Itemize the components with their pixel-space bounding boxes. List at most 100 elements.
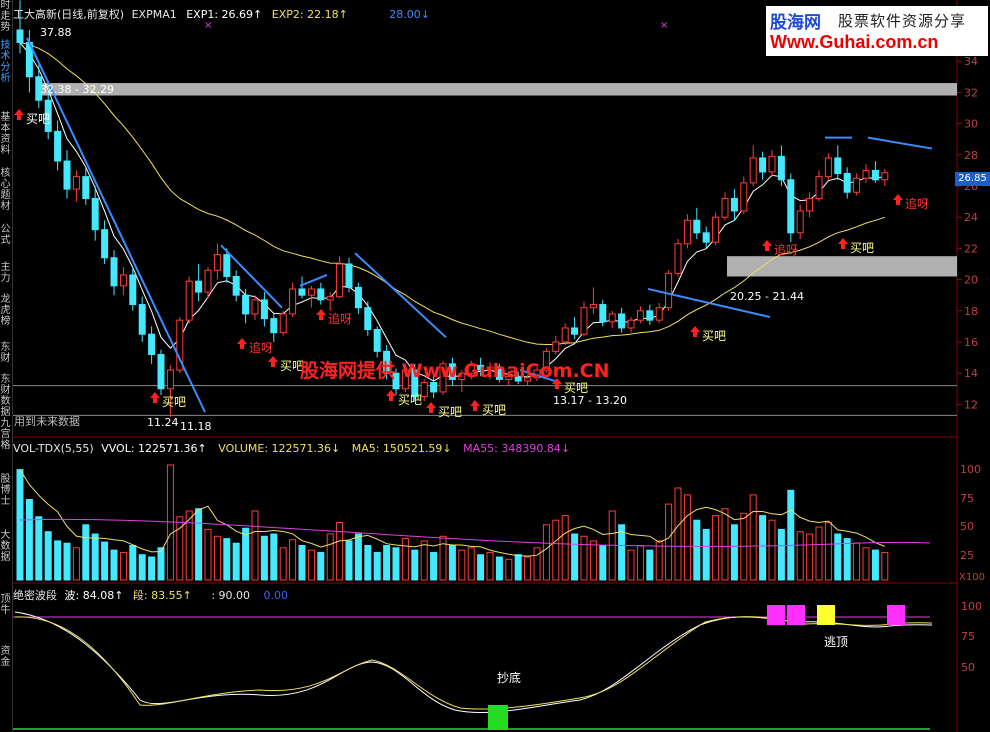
- volume-axis-unit: X100: [959, 572, 985, 583]
- logo-url: Www.Guhai.com.cn: [770, 32, 939, 52]
- candle-body: [796, 210, 804, 234]
- candle-body: [16, 29, 24, 43]
- price-axis-label: 16: [964, 336, 978, 349]
- signal-arrow-icon: [14, 109, 24, 120]
- signal-arrow-icon: [690, 326, 700, 337]
- bottom-signal-bar: [488, 705, 508, 730]
- volume-value: VOLUME: 122571.36↓: [218, 442, 341, 455]
- volume-bar: [251, 510, 259, 581]
- candle-body: [740, 182, 748, 212]
- volume-bar: [862, 547, 870, 581]
- volume-bar: [787, 489, 795, 581]
- signal-arrow-icon: [237, 338, 247, 349]
- candle-body: [223, 254, 231, 277]
- price-axis-label: 30: [964, 118, 978, 131]
- candle-body: [759, 157, 767, 173]
- candle-body: [326, 296, 334, 301]
- candle-body: [110, 257, 118, 287]
- volume-axis-label: 75: [960, 492, 974, 505]
- low2-label: 11.18: [180, 420, 212, 433]
- candle-body: [317, 288, 325, 301]
- candle-body: [646, 310, 654, 321]
- volume-bar: [232, 542, 240, 581]
- volume-bar: [392, 547, 400, 581]
- signal-arrow-icon: [386, 390, 396, 401]
- volume-bar: [148, 556, 156, 581]
- volume-bar: [260, 535, 268, 581]
- low-label: 11.24: [147, 416, 179, 429]
- volume-bar: [815, 526, 823, 581]
- price-axis-label: 28: [964, 149, 978, 162]
- wave-header: 绝密波段 波: 84.08↑ 段: 83.55↑ : 90.00 0.00: [13, 587, 288, 603]
- buy-signal-label: 买吧: [850, 241, 874, 255]
- volume-bar: [834, 533, 842, 581]
- volume-bar: [730, 524, 738, 581]
- volume-bar: [477, 554, 485, 581]
- volume-bar: [223, 538, 231, 581]
- price-axis-label: 18: [964, 305, 978, 318]
- exp2-value: EXP2: 22.18↑: [271, 8, 348, 21]
- volume-bar: [16, 469, 24, 581]
- zone3-label: 13.17 - 13.20: [553, 394, 627, 407]
- volume-bar: [326, 533, 334, 581]
- segment-value: 段: 83.55↑: [132, 589, 192, 602]
- candle-body: [730, 197, 738, 212]
- volume-bar: [665, 503, 673, 581]
- volume-bar: [298, 545, 306, 581]
- trend-line: [299, 273, 328, 287]
- candle-body: [693, 219, 701, 234]
- volume-bar: [702, 528, 710, 581]
- bottom-signal-label: 抄底: [497, 670, 521, 685]
- volume-bar: [110, 549, 118, 581]
- candle-body: [345, 263, 353, 288]
- volume-bar: [542, 524, 550, 581]
- candle-body: [242, 294, 250, 315]
- volume-bar: [589, 540, 597, 581]
- logo-title: 股海网: [770, 13, 821, 33]
- candle-body: [655, 307, 663, 321]
- volume-bar: [345, 540, 353, 581]
- volume-bar: [881, 551, 889, 581]
- volume-bar: [317, 551, 325, 581]
- volume-bar: [796, 531, 804, 581]
- candle-body: [298, 288, 306, 296]
- volume-bar: [448, 545, 456, 581]
- chase-signal-label: 追呀: [328, 311, 352, 326]
- buy-signal-label: 买吧: [702, 329, 726, 343]
- price-axis-label: 14: [964, 367, 978, 380]
- buy-signal-label: 买吧: [398, 393, 422, 407]
- volume-bar: [721, 508, 729, 581]
- price-axis-label: 12: [964, 398, 978, 411]
- ma55-value: MA55: 348390.84↓: [463, 442, 571, 455]
- candle-body: [589, 304, 597, 309]
- candle-body: [289, 288, 297, 315]
- candle-body: [561, 327, 569, 343]
- candle-body: [72, 176, 80, 190]
- candle-body: [683, 219, 691, 245]
- candle-body: [91, 197, 99, 231]
- candle-body: [364, 307, 372, 331]
- candle-body: [806, 197, 814, 212]
- candle-body: [307, 288, 315, 296]
- volume-bar: [354, 533, 362, 581]
- candle-body: [270, 318, 278, 334]
- buy-signal-label: 买吧: [26, 112, 50, 126]
- candle-body: [204, 269, 212, 293]
- watermark: 股海网提供 Www.GuhaiCom.CN: [300, 360, 610, 382]
- volume-bar: [561, 515, 569, 581]
- candle-body: [618, 313, 626, 329]
- candle-body: [373, 329, 381, 352]
- zone2-label: 20.25 - 21.44: [730, 290, 804, 303]
- volume-bar: [843, 538, 851, 581]
- candle-body: [119, 274, 127, 287]
- volume-bar: [618, 524, 626, 581]
- volume-bar: [383, 545, 391, 581]
- volume-bar: [364, 545, 372, 581]
- wave-value: 波: 84.08↑: [64, 589, 124, 602]
- candle-body: [430, 382, 438, 393]
- buy-signal-label: 买吧: [564, 381, 588, 395]
- signal-arrow-icon: [470, 400, 480, 411]
- candle-body: [665, 272, 673, 309]
- volume-bar: [35, 516, 43, 581]
- candle-body: [787, 179, 795, 234]
